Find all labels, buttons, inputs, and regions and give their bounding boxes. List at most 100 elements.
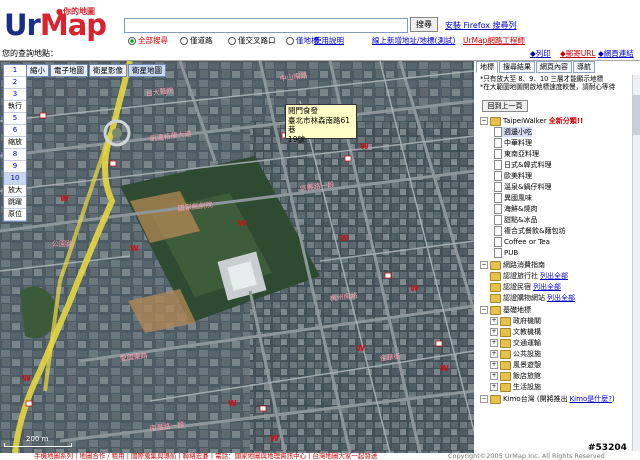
zoom-level-4[interactable]: 執行 <box>4 101 26 113</box>
folder-icon <box>500 327 511 337</box>
logo-subtitle: ●你的地圖 <box>56 7 95 16</box>
zoom-level-1[interactable]: 1 <box>4 65 26 77</box>
tree-item[interactable]: + 公共設施 <box>490 349 541 359</box>
map-tab[interactable]: 縮小 <box>26 64 49 77</box>
tree-item[interactable]: + 交通運輸 <box>490 338 541 348</box>
tree-item[interactable]: − Kimo台灣 (開將推出 Kimo是什麼?) <box>480 394 615 404</box>
poi-w-marker[interactable]: W <box>228 399 237 408</box>
utility-link[interactable]: ◆列印 <box>530 48 551 59</box>
tree-item[interactable]: + 政府機關 <box>490 316 541 326</box>
tree-item-label: 甜點&冰品 <box>504 216 538 224</box>
poi-w-marker[interactable]: W <box>340 234 349 243</box>
header-link[interactable]: 線上新增地址/地標(測試) <box>372 35 455 46</box>
tree-item[interactable]: 認證旅行社 列出全部 <box>490 271 568 281</box>
zoom-level-8[interactable]: 8 <box>4 149 26 161</box>
utility-link[interactable]: ◆郵寄URL <box>560 48 596 59</box>
radio-dot[interactable] <box>180 36 188 45</box>
tree-item[interactable]: 認證民宿 列出全部 <box>490 282 561 292</box>
search-scope-radio[interactable]: 僅交叉路口 <box>228 35 276 46</box>
list-all-link[interactable]: 列出全部 <box>547 293 575 303</box>
tree-item[interactable]: + 生活設施 <box>490 382 541 392</box>
tree-expand-toggle[interactable]: + <box>490 317 498 325</box>
poi-w-marker[interactable]: W <box>440 364 449 373</box>
sidebar-tab[interactable]: 網頁內容 <box>536 61 572 73</box>
tree-item[interactable]: 日式&韓式料理 <box>494 160 551 170</box>
sidebar-tab[interactable]: 地標 <box>476 61 498 73</box>
tree-item[interactable]: 中華料理 <box>494 138 532 148</box>
poi-w-marker[interactable]: W <box>60 194 69 203</box>
tree-item[interactable]: 異國風味 <box>494 193 532 203</box>
search-button[interactable]: 搜尋 <box>410 17 438 32</box>
header-link[interactable]: 使用說明 <box>314 35 344 46</box>
tree-expand-toggle[interactable]: + <box>490 350 498 358</box>
search-scope-radio[interactable]: 僅道路 <box>180 35 213 46</box>
utility-link[interactable]: ◆網頁連結 <box>598 48 634 59</box>
poi-w-marker[interactable]: W <box>356 344 365 353</box>
tree-item[interactable]: + 風景遊憩 <box>490 360 541 370</box>
zoom-level-6[interactable]: 6 <box>4 125 26 137</box>
footer-links[interactable]: 手機地圖系列 | 地圖合作 / 租用 | 國際蒐集與導航 | 聯絡宏碁 | 電話… <box>34 453 377 460</box>
tree-expand-toggle[interactable]: + <box>490 383 498 391</box>
tree-item[interactable]: 東南亞料理 <box>494 149 539 159</box>
tree-collapse-toggle[interactable]: − <box>480 395 488 403</box>
tree-collapse-toggle[interactable]: − <box>480 306 488 314</box>
poi-w-marker[interactable]: W <box>410 284 419 293</box>
poi-w-marker[interactable]: W <box>270 434 279 443</box>
sidebar-scrollbar[interactable] <box>632 75 640 451</box>
tree-item[interactable]: 甜點&冰品 <box>494 215 537 225</box>
zoom-level-2[interactable]: 2 <box>4 77 26 89</box>
back-button[interactable]: 回到上一頁 <box>482 100 528 112</box>
zoom-level-3[interactable]: 3 <box>4 89 26 101</box>
zoom-level-9[interactable]: 9 <box>4 161 26 173</box>
tree-expand-toggle[interactable]: + <box>490 372 498 380</box>
map-tab[interactable]: 衛星影像 <box>89 64 127 77</box>
tree-expand-toggle[interactable]: + <box>490 339 498 347</box>
poi-w-marker[interactable]: W <box>360 142 369 151</box>
tree-collapse-toggle[interactable]: − <box>480 117 488 125</box>
radio-dot[interactable] <box>286 36 294 45</box>
radio-dot[interactable] <box>128 36 136 45</box>
zoom-level-5[interactable]: 5 <box>4 113 26 125</box>
zoom-level-7[interactable]: 縮放 <box>4 137 26 149</box>
search-scope-radio[interactable]: 全部搜尋 <box>128 35 168 46</box>
satellite-map[interactable]: 台大醫院 中山南路 凱達格蘭大道 國家戲劇院 信義路一段 公園路 愛國東路 杭州… <box>0 61 474 453</box>
list-all-link[interactable]: 列出全部 <box>533 282 561 292</box>
radio-dot[interactable] <box>228 36 236 45</box>
tree-item[interactable]: Coffee or Tea <box>494 237 550 247</box>
sidebar-tab[interactable]: 搜尋結果 <box>499 61 535 73</box>
firefox-search-bar-link[interactable]: 安裝 Firefox 搜尋列 <box>445 20 517 31</box>
zoom-level-12[interactable]: 跳躍 <box>4 197 26 209</box>
tree-item[interactable]: 複合式餐飲&麵包坊 <box>494 226 565 236</box>
tree-expand-toggle[interactable]: + <box>490 328 498 336</box>
map-mode-tabs: 縮小 電子地圖 衛星影像 衛星地圖 <box>26 64 167 77</box>
tree-expand-toggle[interactable]: + <box>490 361 498 369</box>
tree-item[interactable]: PUB <box>494 248 518 258</box>
tree-item[interactable]: 海鮮&燒肉 <box>494 204 537 214</box>
tree-collapse-toggle[interactable]: − <box>480 261 488 269</box>
search-input[interactable] <box>124 18 408 33</box>
poi-w-marker[interactable]: W <box>130 244 139 253</box>
tree-item[interactable]: − 基礎地標 <box>480 305 531 315</box>
tree-item[interactable]: 週邊小吃 <box>494 127 532 137</box>
zoom-level-11[interactable]: 放大 <box>4 185 26 197</box>
tree-item[interactable]: − TaipeiWalker 全新分類!! <box>480 116 583 126</box>
tree-item[interactable]: 溫泉&鍋仔料理 <box>494 182 551 192</box>
map-tab[interactable]: 電子地圖 <box>50 64 88 77</box>
scrollbar-thumb[interactable] <box>633 95 640 135</box>
zoom-level-10[interactable]: 10 <box>4 173 26 185</box>
list-all-link[interactable]: Kimo是什麼? <box>570 394 612 404</box>
list-all-link[interactable]: 列出全部 <box>540 271 568 281</box>
tree-item[interactable]: − 網路消費指南 <box>480 260 545 270</box>
sidebar-tab[interactable]: 導航 <box>573 61 595 73</box>
tree-item[interactable]: 認證購物網站 列出全部 <box>490 293 575 303</box>
poi-w-marker[interactable]: W <box>22 374 31 383</box>
map-tab[interactable]: 衛星地圖 <box>128 64 166 77</box>
folder-icon <box>490 260 501 270</box>
tree-item[interactable]: + 文教機構 <box>490 327 541 337</box>
tree-item[interactable]: + 飯店旅館 <box>490 371 541 381</box>
urmap-logo[interactable]: UrMap ●你的地圖 <box>4 6 122 42</box>
poi-w-marker[interactable]: W <box>238 219 247 228</box>
header-link[interactable]: UrMap網路工程師 <box>463 35 525 46</box>
tree-item[interactable]: 歐美料理 <box>494 171 532 181</box>
zoom-level-13[interactable]: 原位 <box>4 209 26 221</box>
